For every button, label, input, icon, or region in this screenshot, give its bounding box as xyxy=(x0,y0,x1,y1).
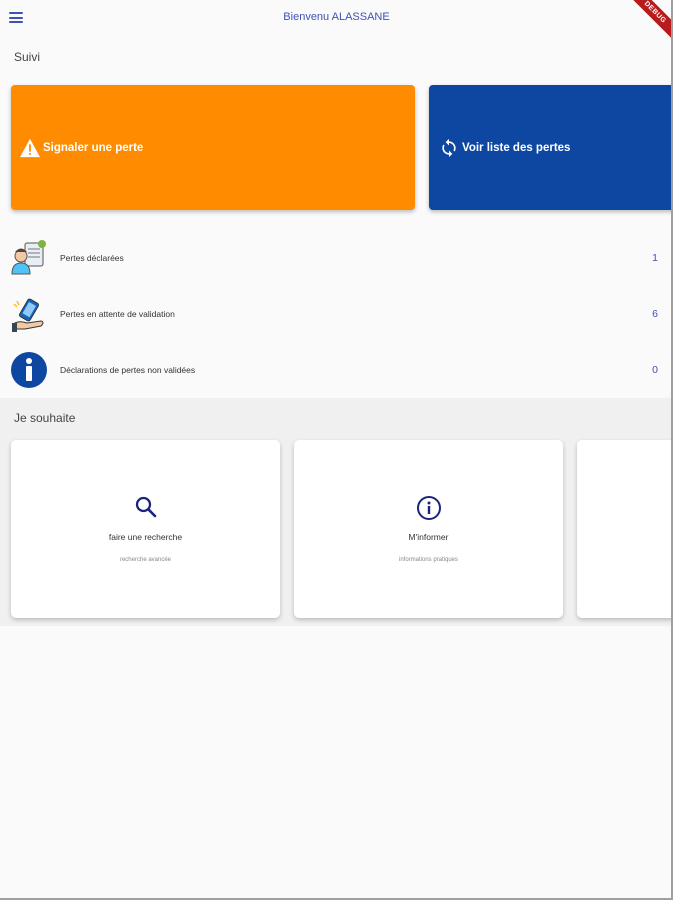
card-title: M'informer xyxy=(408,532,449,542)
search-icon xyxy=(134,495,158,521)
info-icon xyxy=(11,352,47,388)
hand-phone-icon xyxy=(11,296,47,332)
view-loss-list-button[interactable]: Voir liste des pertes xyxy=(429,85,673,210)
view-loss-list-label: Voir liste des pertes xyxy=(462,141,571,154)
refresh-icon xyxy=(438,137,460,159)
section-title-souhaite: Je souhaite xyxy=(14,411,76,425)
section-title-suivi: Suivi xyxy=(14,50,41,64)
report-loss-label: Signaler une perte xyxy=(43,141,144,154)
info-card[interactable]: M'informer informations pratiques xyxy=(294,440,563,618)
stat-row-declared[interactable]: Pertes déclarées 1 xyxy=(0,230,673,286)
info-outline-icon xyxy=(416,495,442,521)
card-subtitle: informations pratiques xyxy=(398,557,459,563)
third-card[interactable] xyxy=(577,440,673,618)
stat-count: 6 xyxy=(652,308,658,320)
stat-count: 0 xyxy=(652,364,658,376)
stat-label: Déclarations de pertes non validées xyxy=(60,365,196,375)
stat-count: 1 xyxy=(652,252,658,264)
search-card[interactable]: faire une recherche recherche avancée xyxy=(11,440,280,618)
warning-icon xyxy=(19,137,41,159)
card-title: faire une recherche xyxy=(108,532,183,542)
stat-row-pending[interactable]: Pertes en attente de validation 6 xyxy=(0,286,673,342)
stat-row-not-validated[interactable]: Déclarations de pertes non validées 0 xyxy=(0,342,673,398)
report-loss-button[interactable]: Signaler une perte xyxy=(11,85,415,210)
stat-label: Pertes en attente de validation xyxy=(60,309,175,319)
stat-label: Pertes déclarées xyxy=(60,253,124,263)
page-title: Bienvenu ALASSANE xyxy=(283,11,390,23)
app-bar: Bienvenu ALASSANE xyxy=(0,0,673,36)
card-subtitle: recherche avancée xyxy=(119,557,172,563)
person-document-icon xyxy=(11,240,47,276)
